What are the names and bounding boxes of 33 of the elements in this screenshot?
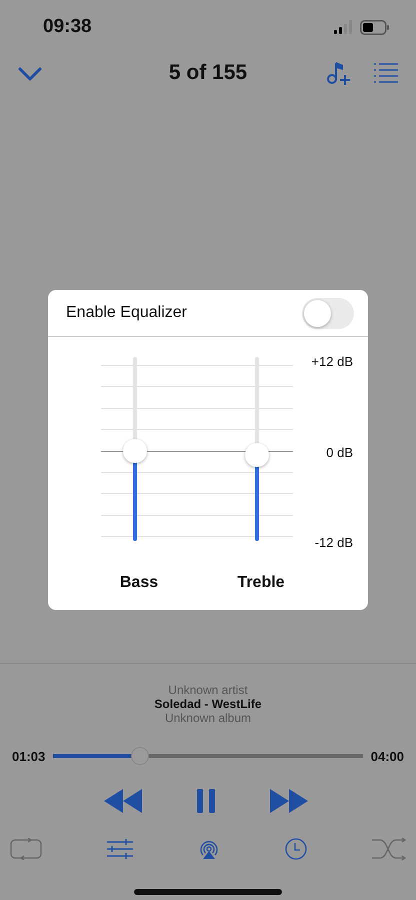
artist-name: Unknown artist <box>168 683 248 697</box>
album-name: Unknown album <box>164 711 252 725</box>
equalizer-icon[interactable] <box>107 839 133 859</box>
chevron-down-icon[interactable] <box>18 67 42 81</box>
scale-label: +12 dB <box>311 354 353 369</box>
track-counter: 5 of 155 <box>168 61 248 85</box>
song-title: Soledad - WestLife <box>154 697 262 711</box>
progress-thumb[interactable] <box>130 747 149 765</box>
eq-slider[interactable] <box>245 357 269 541</box>
band-label: Bass <box>118 574 160 592</box>
dialog-title: Enable Equalizer <box>66 304 187 322</box>
status-time: 09:38 <box>43 16 92 38</box>
airplay-icon[interactable] <box>198 838 220 860</box>
eq-slider[interactable] <box>123 357 147 541</box>
slider-thumb[interactable] <box>245 442 269 467</box>
total-time: 04:00 <box>370 748 404 764</box>
add-music-icon[interactable] <box>326 60 352 86</box>
elapsed-time: 01:03 <box>12 748 46 764</box>
scale-label: -12 dB <box>314 535 353 550</box>
shuffle-icon[interactable] <box>372 837 406 861</box>
fast-forward-icon[interactable] <box>268 789 308 813</box>
pause-icon[interactable] <box>197 789 215 813</box>
slider-thumb[interactable] <box>123 438 147 463</box>
list-icon[interactable] <box>374 62 398 84</box>
repeat-icon[interactable] <box>10 838 42 860</box>
scale-label: 0 dB <box>326 444 353 460</box>
rewind-icon[interactable] <box>104 789 144 813</box>
battery-icon <box>360 20 390 34</box>
progress-slider[interactable] <box>53 747 363 765</box>
signal-icon <box>334 20 354 34</box>
band-label: Treble <box>236 574 286 592</box>
equalizer-switch[interactable] <box>302 298 354 328</box>
clock-icon[interactable] <box>285 838 307 860</box>
